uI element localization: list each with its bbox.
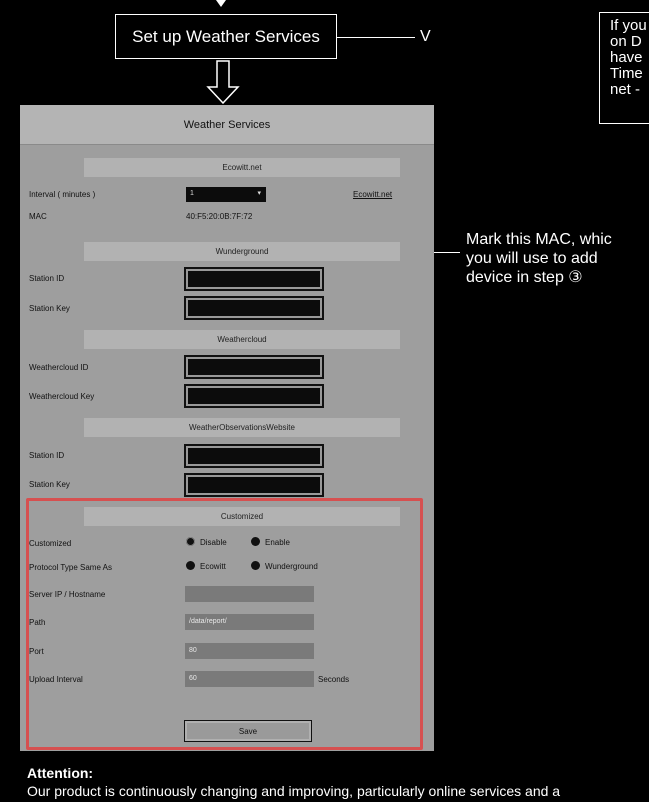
section-wow: WeatherObservationsWebsite — [84, 418, 400, 437]
note-line: Time — [610, 65, 643, 82]
wc-key-label: Weathercloud Key — [29, 392, 95, 401]
wow-station-key-field[interactable] — [184, 473, 324, 497]
wow-station-id-label: Station ID — [29, 451, 65, 460]
section-weathercloud: Weathercloud — [84, 330, 400, 349]
wu-station-id-field[interactable] — [184, 267, 324, 291]
mac-label: MAC — [29, 212, 47, 221]
note-line: If you — [610, 17, 647, 34]
note-line: on D — [610, 33, 642, 50]
screen-title: Weather Services — [20, 105, 434, 145]
wu-station-key-field[interactable] — [184, 296, 324, 320]
connector-line — [337, 37, 415, 38]
note-line: net - — [610, 81, 641, 98]
top-right-note: If you on D have Time net - — [599, 12, 649, 124]
wu-station-key-label: Station Key — [29, 304, 70, 313]
wc-id-field[interactable] — [184, 355, 324, 379]
wu-station-id-label: Station ID — [29, 274, 65, 283]
wow-station-id-field[interactable] — [184, 444, 324, 468]
wow-station-key-label: Station Key — [29, 480, 70, 489]
interval-select[interactable]: 1 ▾ — [186, 187, 266, 202]
attention-title: Attention: — [27, 765, 94, 781]
section-wunderground: Wunderground — [84, 242, 400, 261]
ecowitt-link[interactable]: Ecowitt.net — [353, 190, 392, 199]
step-box: Set up Weather Services — [115, 14, 337, 59]
section-ecowitt: Ecowitt.net — [84, 158, 400, 177]
chevron-down-icon: ▾ — [257, 190, 261, 197]
attention-body: Our product is continuously changing and… — [27, 783, 561, 799]
customized-highlight — [26, 498, 423, 750]
step-label: Set up Weather Services — [132, 26, 320, 46]
step-marker: V — [420, 28, 431, 45]
down-arrow-icon — [206, 60, 240, 104]
note-line: have — [610, 49, 643, 66]
wc-key-field[interactable] — [184, 384, 324, 408]
flow-arrow-in-icon — [216, 0, 226, 7]
mac-note: Mark this MAC, whic you will use to add … — [466, 231, 612, 286]
interval-label: Interval ( minutes ) — [29, 190, 96, 199]
mac-value: 40:F5:20:0B:7F:72 — [186, 212, 253, 221]
wc-id-label: Weathercloud ID — [29, 363, 89, 372]
interval-value: 1 — [190, 190, 194, 197]
